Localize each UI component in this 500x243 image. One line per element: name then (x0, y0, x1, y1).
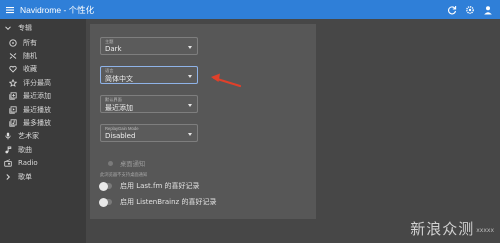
sidebar-item-songs[interactable]: 歌曲 (0, 143, 86, 156)
sidebar-item-random[interactable]: 随机 (0, 49, 86, 62)
sidebar-item-label: 歌曲 (18, 145, 32, 154)
dropdown-arrow-icon (188, 104, 192, 107)
account-icon[interactable] (482, 4, 494, 16)
browser-support-hint: 此浏览器不支持桌面通知 (100, 172, 148, 177)
app-bar: Navidrome - 个性化 (0, 0, 500, 19)
switch-knob (99, 181, 108, 191)
dropdown-arrow-icon (188, 133, 192, 136)
sidebar-item-label: 最近添加 (23, 92, 51, 101)
sidebar-item-recently-added[interactable]: 最近添加 (0, 90, 86, 103)
sidebar-item-radio[interactable]: Radio (0, 157, 86, 170)
field-value: Disabled (105, 132, 136, 140)
main-content: 主题 Dark 语言 简体中文 默认界面 最近添加 ReplayGain Mod… (86, 19, 500, 243)
listenbrainz-scrobble-row[interactable]: 启用 ListenBrainz 的喜好记录 (99, 197, 217, 207)
radio-icon (4, 159, 12, 167)
switch-knob (99, 197, 108, 207)
sidebar-item-recently-played[interactable]: 最近播放 (0, 103, 86, 116)
library-music-icon (9, 119, 17, 127)
replaygain-mode-select[interactable]: ReplayGain Mode Disabled (100, 124, 198, 142)
sidebar-item-label: 最多播放 (23, 119, 51, 128)
chevron-down-icon (5, 25, 11, 30)
sidebar-item-label: Radio (18, 159, 38, 168)
lastfm-scrobble-row[interactable]: 启用 Last.fm 的喜好记录 (99, 181, 200, 191)
shuffle-icon (9, 52, 17, 60)
language-select[interactable]: 语言 简体中文 (100, 66, 198, 84)
refresh-icon[interactable] (446, 4, 458, 16)
album-icon (9, 39, 17, 47)
default-view-select[interactable]: 默认界面 最近添加 (100, 95, 198, 113)
sidebar: 专辑 所有 随机 收藏 评分最高 最近添加 最近播放 最多播放 艺术家 歌曲 R… (0, 19, 86, 243)
sidebar-item-label: 艺术家 (18, 132, 39, 141)
dropdown-arrow-icon (188, 75, 192, 78)
field-value: 最近添加 (105, 104, 133, 112)
listenbrainz-label: 启用 ListenBrainz 的喜好记录 (120, 198, 217, 206)
page-title: Navidrome - 个性化 (20, 4, 95, 15)
sidebar-group-album[interactable]: 专辑 (0, 19, 86, 36)
disabled-toggle-icon (108, 161, 113, 166)
lastfm-switch[interactable] (99, 181, 112, 191)
sidebar-group-label: 专辑 (18, 23, 32, 32)
sidebar-item-label: 评分最高 (23, 78, 51, 87)
sidebar-item-all[interactable]: 所有 (0, 36, 86, 49)
desktop-notification-toggle: 桌面通知 (108, 159, 145, 168)
settings-icon[interactable] (464, 4, 476, 16)
sidebar-group-label: 歌单 (18, 172, 32, 181)
sidebar-item-top-rated[interactable]: 评分最高 (0, 76, 86, 89)
sidebar-item-favorites[interactable]: 收藏 (0, 63, 86, 76)
sidebar-item-label: 收藏 (23, 65, 37, 74)
personal-settings-card: 主题 Dark 语言 简体中文 默认界面 最近添加 ReplayGain Mod… (90, 24, 316, 219)
menu-icon[interactable] (0, 0, 19, 19)
watermark-logo: 新浪众测 xxxxx (410, 218, 494, 239)
heart-icon (9, 65, 17, 74)
library-add-icon (9, 92, 17, 100)
field-label: ReplayGain Mode (105, 126, 139, 131)
star-icon (9, 78, 17, 87)
sidebar-item-label: 最近播放 (23, 105, 51, 114)
lastfm-label: 启用 Last.fm 的喜好记录 (120, 182, 200, 190)
sidebar-item-most-played[interactable]: 最多播放 (0, 116, 86, 129)
sidebar-group-playlists[interactable]: 歌单 (0, 170, 86, 184)
watermark-subtext: xxxxx (476, 227, 494, 234)
dropdown-arrow-icon (188, 46, 192, 49)
listenbrainz-switch[interactable] (99, 197, 112, 207)
sidebar-item-label: 所有 (23, 38, 37, 47)
chevron-right-icon (6, 174, 11, 180)
field-value: Dark (105, 45, 122, 53)
sidebar-item-artists[interactable]: 艺术家 (0, 130, 86, 143)
music-note-icon (4, 146, 12, 154)
watermark-text: 新浪众测 (410, 220, 475, 238)
video-library-icon (9, 106, 17, 114)
microphone-icon (4, 132, 12, 140)
field-value: 简体中文 (105, 75, 133, 83)
notification-label: 桌面通知 (120, 161, 146, 168)
theme-select[interactable]: 主题 Dark (100, 37, 198, 55)
sidebar-item-label: 随机 (23, 52, 37, 61)
